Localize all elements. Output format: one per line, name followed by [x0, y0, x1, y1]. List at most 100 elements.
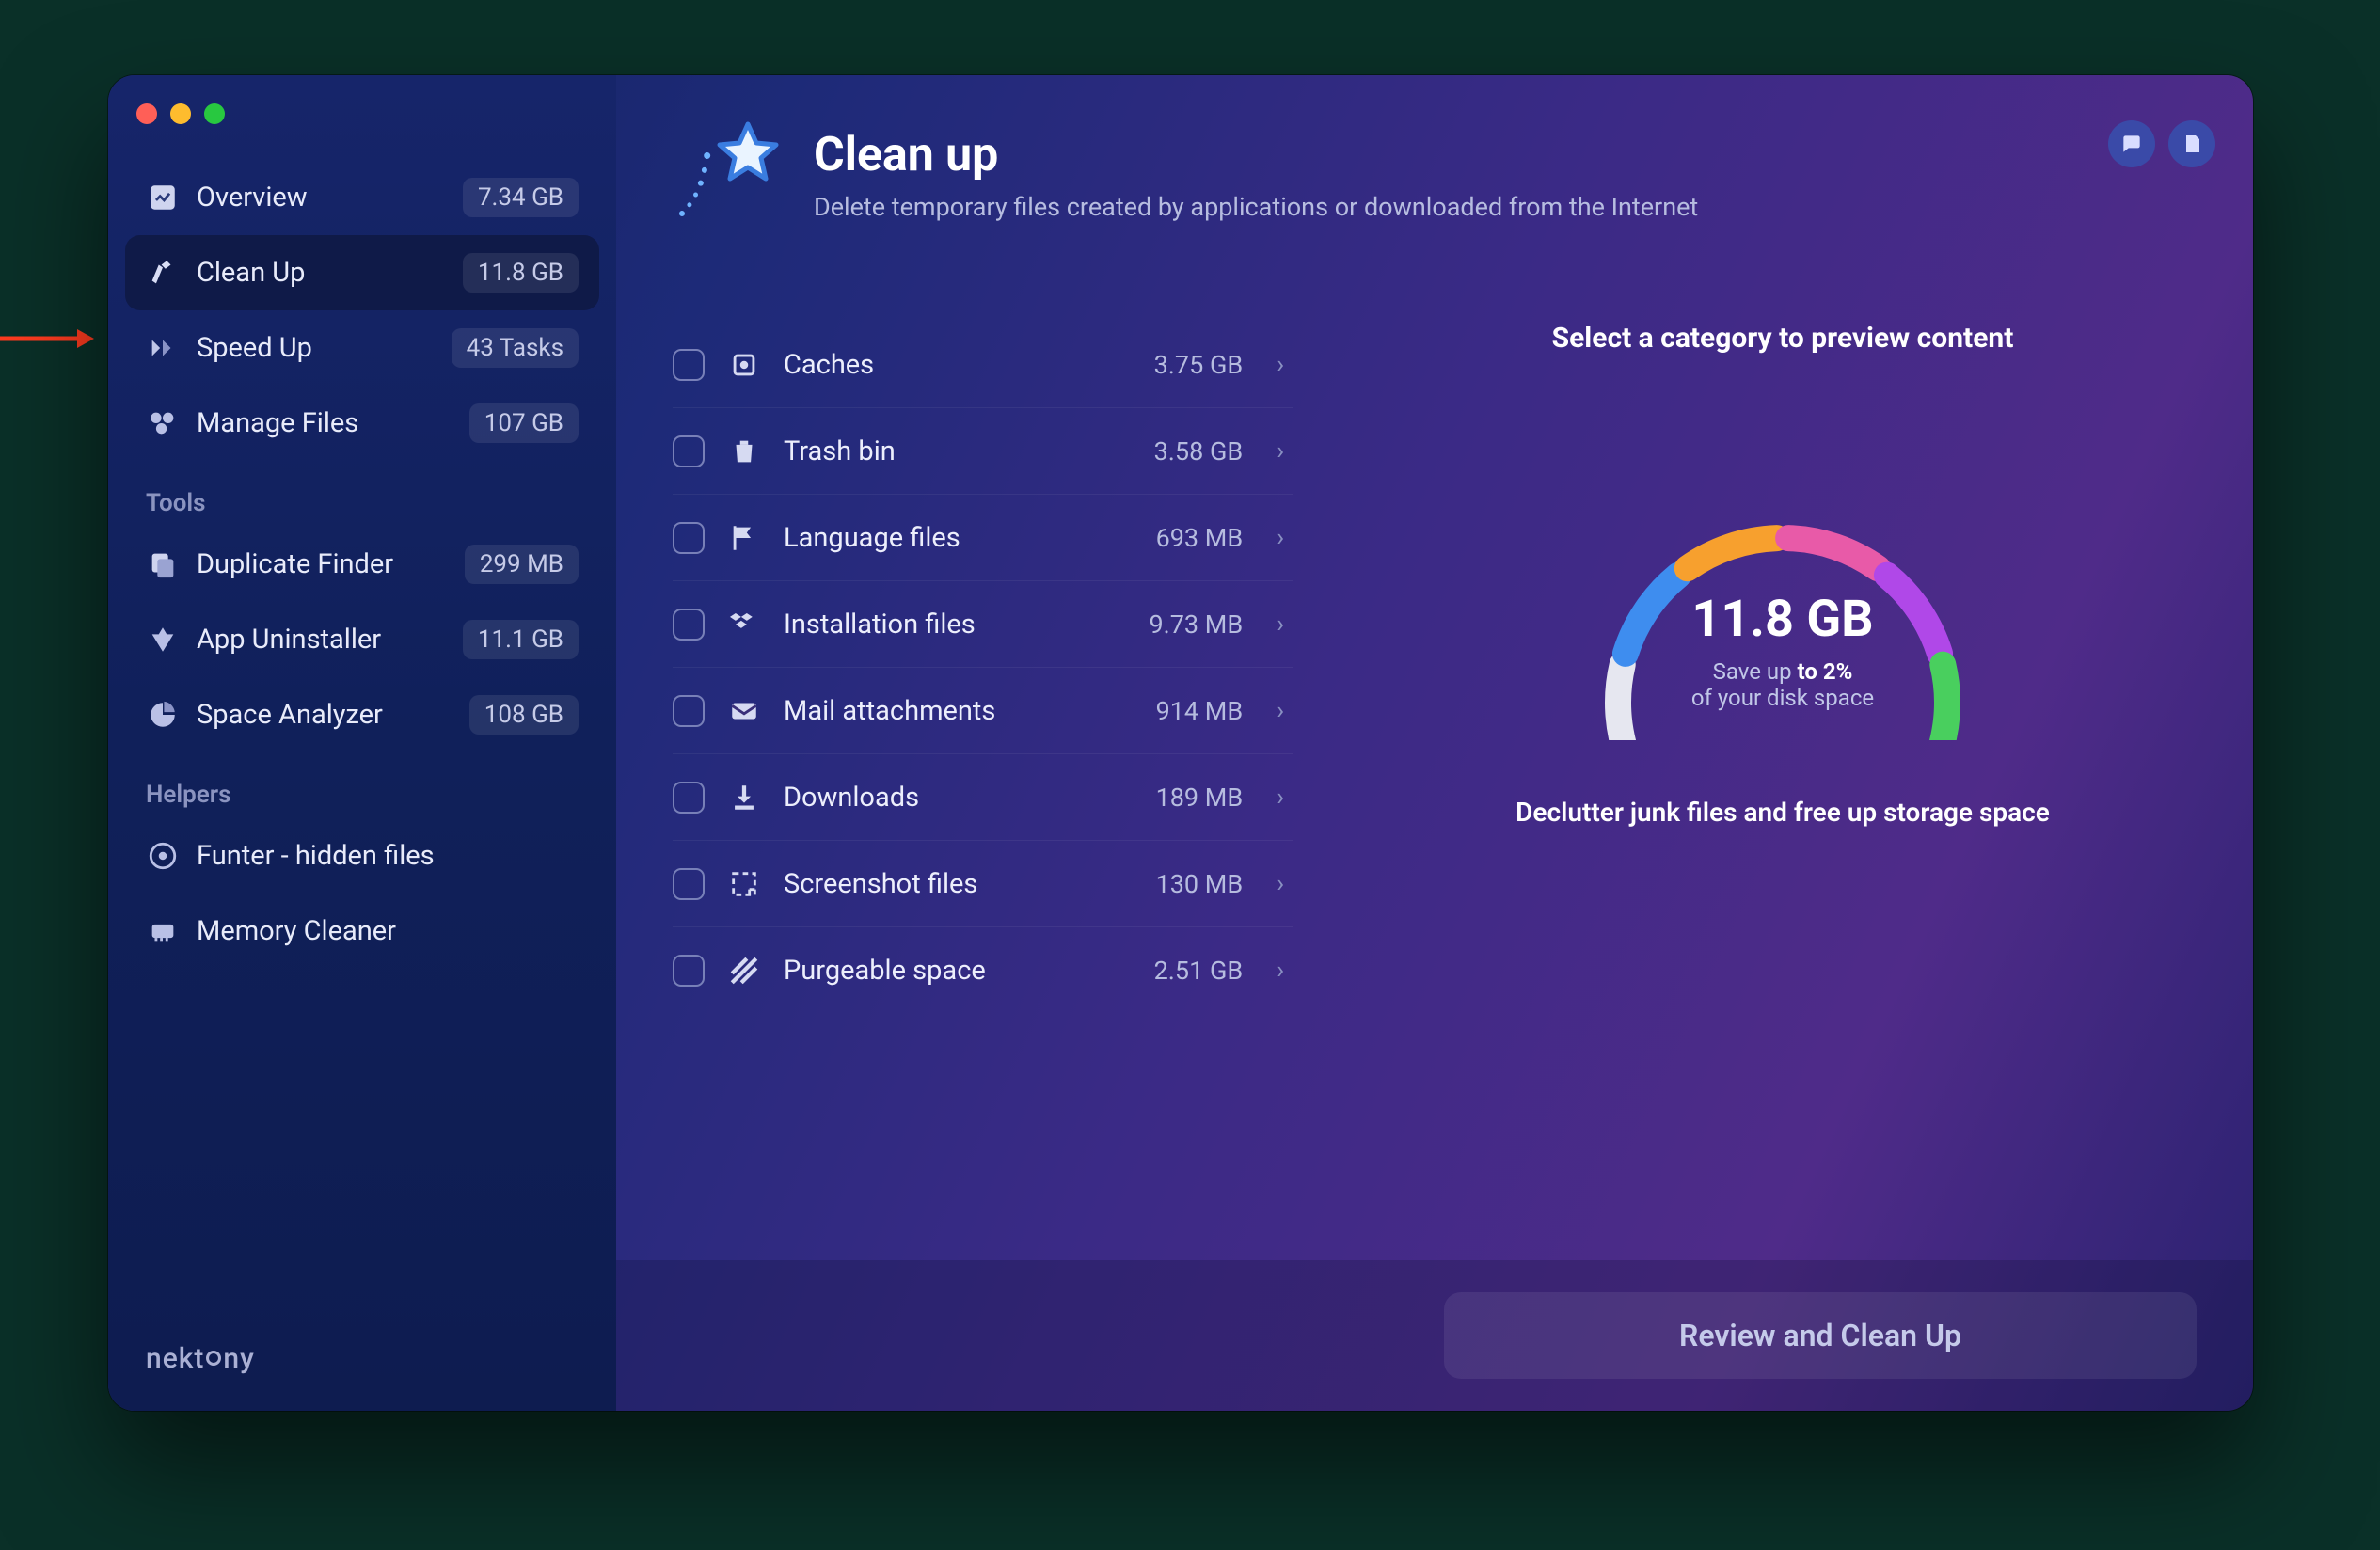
category-label: Caches: [784, 349, 1134, 381]
preview-title: Select a category to preview content: [1552, 322, 2014, 355]
sidebar-item-badge: 43 Tasks: [452, 328, 579, 368]
category-size: 130 MB: [1156, 869, 1257, 899]
cleanup-icon: [146, 256, 180, 290]
category-label: Downloads: [784, 782, 1135, 814]
category-label: Screenshot files: [784, 868, 1135, 900]
docs-button[interactable]: [2168, 120, 2215, 167]
category-language-files[interactable]: Language files693 MB›: [673, 495, 1293, 581]
category-checkbox[interactable]: [673, 435, 705, 467]
category-size: 189 MB: [1156, 783, 1257, 813]
chat-button[interactable]: [2108, 120, 2155, 167]
chevron-right-icon: ›: [1277, 610, 1284, 639]
category-mail-attachments[interactable]: Mail attachments 914 MB ›: [673, 668, 1293, 754]
download-icon: [725, 779, 763, 816]
category-size: 2.51 GB: [1154, 956, 1257, 986]
sidebar-item-manage-files[interactable]: Manage Files 107 GB: [125, 386, 599, 461]
memory-icon: [146, 914, 180, 948]
sidebar-tool-space-analyzer[interactable]: Space Analyzer 108 GB: [125, 677, 599, 752]
sidebar-item-label: Space Analyzer: [197, 699, 452, 731]
sidebar-item-badge: 11.1 GB: [463, 620, 579, 659]
sidebar-helper-memory-cleaner[interactable]: Memory Cleaner: [125, 894, 599, 969]
gauge: 11.8 GB Save up to 2% of your disk space: [1557, 477, 2008, 740]
sidebar-item-speed-up[interactable]: Speed Up 43 Tasks: [125, 310, 599, 386]
sidebar-helper-funter-hidden-files[interactable]: Funter - hidden files: [125, 818, 599, 894]
sidebar: Overview 7.34 GB Clean Up 11.8 GB Speed Up 43…: [108, 75, 616, 1411]
page-title: Clean up: [814, 128, 2108, 182]
sidebar-item-label: Manage Files: [197, 407, 452, 439]
funter-icon: [146, 839, 180, 873]
sidebar-item-label: App Uninstaller: [197, 624, 446, 656]
sidebar-tool-duplicate-finder[interactable]: Duplicate Finder 299 MB: [125, 527, 599, 602]
cleanup-hero-icon: [673, 115, 804, 246]
category-purgeable-space[interactable]: Purgeable space 2.51 GB ›: [673, 927, 1293, 1014]
gauge-line2: of your disk space: [1557, 685, 2008, 711]
sidebar-item-badge: 11.8 GB: [463, 253, 579, 293]
brand-logo: nektny: [146, 1342, 255, 1375]
category-checkbox[interactable]: [673, 868, 705, 900]
minimize-window-button[interactable]: [170, 103, 191, 124]
chevron-right-icon: ›: [1277, 783, 1284, 812]
cache-icon: [725, 346, 763, 384]
category-checkbox[interactable]: [673, 349, 705, 381]
uninstaller-icon: [146, 623, 180, 656]
sidebar-item-clean-up[interactable]: Clean Up 11.8 GB: [125, 235, 599, 310]
manage-icon: [146, 406, 180, 440]
category-size: 9.73 MB: [1149, 609, 1256, 640]
sidebar-section-tools: Tools: [108, 461, 616, 527]
sidebar-item-label: Duplicate Finder: [197, 548, 448, 580]
category-checkbox[interactable]: [673, 609, 705, 641]
close-window-button[interactable]: [136, 103, 157, 124]
category-downloads[interactable]: Downloads 189 MB ›: [673, 754, 1293, 841]
sidebar-item-label: Clean Up: [197, 257, 446, 289]
trash-icon: [725, 433, 763, 470]
sidebar-tool-app-uninstaller[interactable]: App Uninstaller 11.1 GB: [125, 602, 599, 677]
footer: Review and Clean Up: [616, 1260, 2253, 1411]
preview-pane: Select a category to preview content 11.…: [1331, 322, 2253, 1260]
chevron-right-icon: ›: [1277, 957, 1284, 985]
sidebar-item-overview[interactable]: Overview 7.34 GB: [125, 160, 599, 235]
category-list: Caches 3.75 GB › Trash bin 3.58 GB › Language …: [673, 322, 1293, 1260]
pointer-arrow: [0, 324, 94, 353]
sidebar-item-badge: 107 GB: [469, 403, 579, 443]
speedup-icon: [146, 331, 180, 365]
category-size: 3.75 GB: [1154, 350, 1257, 380]
category-size: 693 MB: [1156, 523, 1257, 553]
mail-icon: [725, 692, 763, 730]
duplicate-icon: [146, 547, 180, 581]
review-cleanup-button[interactable]: Review and Clean Up: [1444, 1292, 2197, 1379]
category-label: Mail attachments: [784, 695, 1135, 727]
gauge-line1: Save up to 2%: [1557, 658, 2008, 685]
sidebar-item-label: Overview: [197, 182, 446, 214]
category-label: Installation files: [784, 609, 1128, 641]
purge-icon: [725, 952, 763, 989]
category-checkbox[interactable]: [673, 522, 705, 554]
category-size: 914 MB: [1156, 696, 1257, 726]
main-pane: Clean up Delete temporary files created …: [616, 75, 2253, 1411]
preview-subtitle: Declutter junk files and free up storage…: [1515, 797, 2050, 828]
sidebar-item-badge: 108 GB: [469, 695, 579, 735]
chevron-right-icon: ›: [1277, 697, 1284, 725]
category-size: 3.58 GB: [1154, 436, 1257, 467]
sidebar-section-helpers: Helpers: [108, 752, 616, 818]
sidebar-item-badge: 7.34 GB: [463, 178, 579, 217]
category-label: Trash bin: [784, 435, 1134, 467]
sidebar-item-label: Memory Cleaner: [197, 915, 579, 947]
maximize-window-button[interactable]: [204, 103, 225, 124]
chevron-right-icon: ›: [1277, 437, 1284, 466]
category-screenshot-files[interactable]: Screenshot files130 MB›: [673, 841, 1293, 927]
sidebar-item-label: Speed Up: [197, 332, 435, 364]
category-checkbox[interactable]: [673, 955, 705, 987]
analyzer-icon: [146, 698, 180, 732]
category-trash-bin[interactable]: Trash bin 3.58 GB ›: [673, 408, 1293, 495]
page-subtitle: Delete temporary files created by applic…: [814, 192, 2108, 222]
page-header: Clean up Delete temporary files created …: [616, 75, 2253, 246]
category-label: Purgeable space: [784, 955, 1134, 987]
overview-icon: [146, 181, 180, 214]
category-installation-files[interactable]: Installation files 9.73 MB ›: [673, 581, 1293, 668]
category-caches[interactable]: Caches3.75 GB›: [673, 322, 1293, 408]
sidebar-item-badge: 299 MB: [465, 545, 579, 584]
dropbox-icon: [725, 606, 763, 643]
flag-icon: [725, 519, 763, 557]
category-checkbox[interactable]: [673, 782, 705, 814]
category-checkbox[interactable]: [673, 695, 705, 727]
